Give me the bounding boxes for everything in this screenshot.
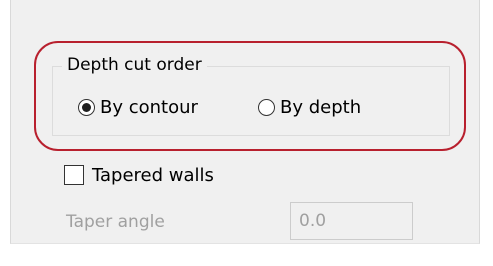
radio-unselected-icon [258,98,275,116]
taper-angle-input[interactable] [290,202,413,240]
radio-dot-icon [82,102,91,112]
radio-selected-icon [78,98,95,116]
depth-cut-order-title: Depth cut order [62,54,207,76]
tapered-walls-checkbox[interactable]: Tapered walls [64,163,214,187]
radio-by-depth[interactable]: By depth [258,96,361,118]
tapered-walls-label: Tapered walls [92,164,214,186]
radio-by-depth-label: By depth [280,96,362,118]
taper-angle-label: Taper angle [66,212,165,232]
radio-by-contour[interactable]: By contour [78,96,198,118]
checkbox-unchecked-icon [64,165,84,185]
radio-by-contour-label: By contour [100,96,198,118]
